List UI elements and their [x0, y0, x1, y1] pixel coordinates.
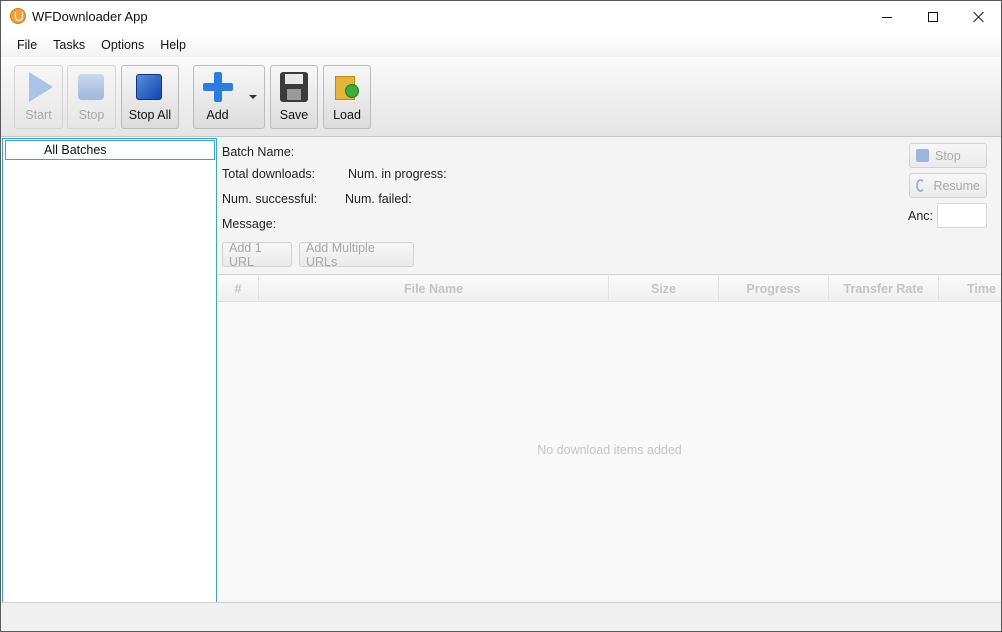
message-label: Message: — [222, 217, 277, 231]
add-one-url-button[interactable]: Add 1 URL — [222, 240, 292, 269]
column-header-file-name[interactable]: File Name — [259, 276, 609, 302]
maximize-button[interactable] — [910, 1, 956, 33]
save-button-label: Save — [279, 108, 309, 122]
toolbar: Start Stop Stop All Add Save Load — [1, 57, 1001, 137]
add-button-label: Add — [206, 108, 229, 122]
minimize-icon — [882, 16, 892, 18]
menu-file[interactable]: File — [9, 34, 45, 56]
start-button-label: Start — [25, 108, 52, 122]
folder-load-icon — [333, 74, 361, 102]
start-button[interactable]: Start — [14, 65, 63, 129]
stop-button-label: Stop — [78, 108, 105, 122]
status-bar — [1, 602, 1001, 631]
batch-name-label: Batch Name: — [222, 145, 295, 159]
resume-button[interactable]: Resume — [909, 173, 987, 198]
app-window: WFDownloader App File Tasks Options Help… — [0, 0, 1002, 632]
downloads-table[interactable]: # File Name Size Progress Transfer Rate … — [218, 274, 1001, 601]
batch-details-panel: Batch Name: Total downloads: Num. in pro… — [218, 138, 1001, 274]
menu-options[interactable]: Options — [93, 34, 152, 56]
stop-icon — [916, 149, 929, 162]
stop-all-icon — [136, 74, 162, 100]
column-header-size[interactable]: Size — [609, 276, 719, 302]
table-header: # File Name Size Progress Transfer Rate … — [218, 276, 1001, 302]
minimize-button[interactable] — [864, 1, 910, 33]
menu-bar: File Tasks Options Help — [1, 33, 1001, 57]
maximize-icon — [928, 12, 938, 22]
stop-icon — [77, 74, 104, 100]
column-header-number[interactable]: # — [218, 276, 259, 302]
refresh-icon — [916, 179, 926, 192]
load-button-label: Load — [333, 108, 361, 122]
resume-label: Resume — [933, 178, 980, 193]
floppy-disk-icon — [280, 72, 308, 102]
add-one-url-label: Add 1 URL — [229, 240, 262, 269]
menu-tasks[interactable]: Tasks — [45, 34, 93, 56]
chevron-down-icon — [248, 95, 257, 99]
window-title: WFDownloader App — [32, 9, 148, 24]
stop-all-button[interactable]: Stop All — [121, 65, 179, 129]
total-downloads-label: Total downloads: — [222, 167, 316, 181]
anc-input[interactable] — [937, 203, 987, 228]
plus-icon — [202, 72, 233, 102]
column-header-transfer-rate[interactable]: Transfer Rate — [829, 276, 939, 302]
stop-all-button-label: Stop All — [128, 108, 172, 122]
column-header-time[interactable]: Time — [939, 276, 1001, 302]
close-button[interactable] — [956, 1, 1001, 33]
empty-table-message: No download items added — [537, 443, 682, 457]
num-failed-label: Num. failed: — [345, 192, 412, 206]
column-header-progress[interactable]: Progress — [719, 276, 829, 302]
title-bar: WFDownloader App — [1, 1, 1001, 33]
close-icon — [973, 11, 985, 23]
batch-tree[interactable]: All Batches — [2, 138, 217, 603]
anc-label: Anc: — [908, 209, 934, 223]
add-button[interactable]: Add — [193, 65, 242, 129]
play-icon — [28, 72, 53, 102]
add-multiple-urls-label: Add Multiple URLs — [306, 240, 375, 269]
num-successful-label: Num. successful: — [222, 192, 318, 206]
add-dropdown-button[interactable] — [241, 65, 265, 129]
menu-help[interactable]: Help — [152, 34, 194, 56]
batch-stop-label: Stop — [935, 148, 961, 163]
app-logo-icon — [10, 8, 26, 24]
stop-button[interactable]: Stop — [67, 65, 116, 129]
load-button[interactable]: Load — [323, 65, 371, 129]
save-button[interactable]: Save — [270, 65, 318, 129]
tree-item-all-batches[interactable]: All Batches — [5, 140, 215, 160]
num-in-progress-label: Num. in progress: — [348, 167, 447, 181]
add-multiple-urls-button[interactable]: Add Multiple URLs — [299, 240, 414, 269]
batch-stop-button[interactable]: Stop — [909, 143, 987, 168]
